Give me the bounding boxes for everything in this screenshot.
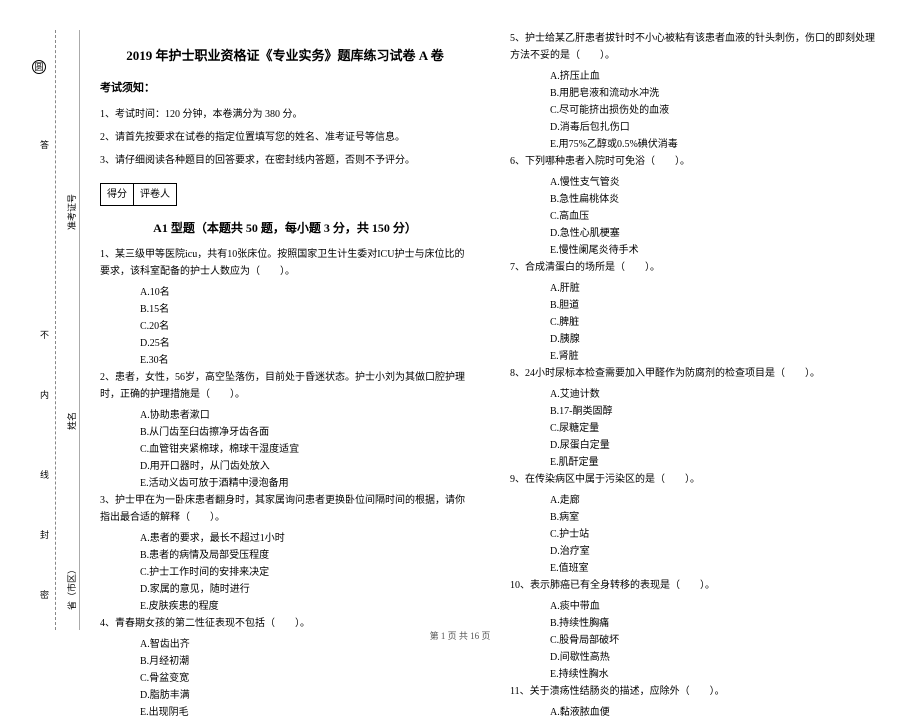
q9-opt-c: C.护士站: [550, 526, 880, 543]
seal-mark-nei: 内: [38, 390, 51, 399]
q9-opt-b: B.病室: [550, 509, 880, 526]
q3-opt-c: C.护士工作时间的安排来决定: [140, 564, 470, 581]
q11-opt-a: A.黏液脓血便: [550, 704, 880, 721]
q7-opt-e: E.肾脏: [550, 348, 880, 365]
q5-opt-d: D.消毒后包扎伤口: [550, 119, 880, 136]
q4-opt-c: C.骨盆变宽: [140, 670, 470, 687]
q8-opt-d: D.尿蛋白定量: [550, 437, 880, 454]
q9-stem: 9、在传染病区中属于污染区的是（ ）。: [510, 471, 880, 488]
seal-mark-feng: 封: [38, 530, 51, 539]
q2-stem: 2、患者，女性，56岁，高空坠落伤，目前处于昏迷状态。护士小刘为其做口腔护理时，…: [100, 369, 470, 403]
q5-opt-c: C.尽可能挤出损伤处的血液: [550, 102, 880, 119]
gutter-label-province: 省（市区）: [65, 565, 78, 610]
q2-opt-d: D.用开口器时，从门齿处放入: [140, 458, 470, 475]
q6-opt-c: C.高血压: [550, 208, 880, 225]
page-footer: 第 1 页 共 16 页: [0, 629, 920, 642]
q1-opt-d: D.25名: [140, 335, 470, 352]
q1-opt-a: A.10名: [140, 284, 470, 301]
instruction-3: 3、请仔细阅读各种题目的回答要求，在密封线内答题，否则不予评分。: [100, 152, 470, 169]
q4-opt-e: E.出现阴毛: [140, 704, 470, 721]
gutter-label-name: 姓名: [65, 412, 78, 430]
q5-stem: 5、护士给某乙肝患者拔针时不小心被粘有该患者血液的针头刺伤，伤口的即刻处理方法不…: [510, 30, 880, 64]
q9-opt-d: D.治疗室: [550, 543, 880, 560]
q9-opt-a: A.走廊: [550, 492, 880, 509]
q9-opt-e: E.值班室: [550, 560, 880, 577]
q10-opt-d: D.间歇性高热: [550, 649, 880, 666]
q10-opt-e: E.持续性胸水: [550, 666, 880, 683]
q7-stem: 7、合成清蛋白的场所是（ ）。: [510, 259, 880, 276]
score-box: 得分 评卷人: [100, 183, 177, 206]
q8-opt-c: C.尿糖定量: [550, 420, 880, 437]
seal-mark-xian: 线: [38, 470, 51, 479]
seal-mark-mi: 密: [38, 590, 51, 599]
seal-mark-bu: 不: [38, 330, 51, 339]
q5-opt-a: A.挤压止血: [550, 68, 880, 85]
q2-opt-b: B.从门齿至臼齿擦净牙齿各面: [140, 424, 470, 441]
q10-opt-a: A.痰中带血: [550, 598, 880, 615]
q8-stem: 8、24小时尿标本检查需要加入甲醛作为防腐剂的检查项目是（ ）。: [510, 365, 880, 382]
dotted-seal-line: [55, 30, 56, 630]
q2-opt-e: E.活动义齿可放于酒精中浸泡备用: [140, 475, 470, 492]
left-column: 2019 年护士职业资格证《专业实务》题库练习试卷 A 卷 考试须知： 1、考试…: [80, 30, 490, 630]
q5-opt-e: E.用75%乙醇或0.5%碘伏消毒: [550, 136, 880, 153]
binding-gutter: 省（市区） 姓名 准考证号 圆 密 封 线 内 不 答: [30, 30, 80, 630]
q10-stem: 10、表示肺癌已有全身转移的表现是（ ）。: [510, 577, 880, 594]
part-a-title: A1 型题（本题共 50 题，每小题 3 分，共 150 分）: [100, 218, 470, 238]
q7-opt-d: D.胰腺: [550, 331, 880, 348]
instruction-2: 2、请首先按要求在试卷的指定位置填写您的姓名、准考证号等信息。: [100, 129, 470, 146]
q3-opt-d: D.家属的意见，随时进行: [140, 581, 470, 598]
q1-stem: 1、某三级甲等医院icu，共有10张床位。按照国家卫生计生委对ICU护士与床位比…: [100, 246, 470, 280]
seal-mark-da: 答: [38, 140, 51, 149]
q6-opt-b: B.急性扁桃体炎: [550, 191, 880, 208]
marker-label: 评卷人: [134, 184, 176, 205]
q2-opt-c: C.血管钳夹紧棉球，棉球干湿度适宜: [140, 441, 470, 458]
q8-opt-b: B.17-酮类固醇: [550, 403, 880, 420]
q5-opt-b: B.用肥皂液和流动水冲洗: [550, 85, 880, 102]
gutter-circle-top: 圆: [32, 60, 46, 74]
q3-opt-e: E.皮肤疾患的程度: [140, 598, 470, 615]
q3-opt-b: B.患者的病情及局部受压程度: [140, 547, 470, 564]
q1-opt-e: E.30名: [140, 352, 470, 369]
q3-stem: 3、护士甲在为一卧床患者翻身时，其家属询问患者更换卧位间隔时间的根据，请你指出最…: [100, 492, 470, 526]
q7-opt-b: B.胆道: [550, 297, 880, 314]
exam-title: 2019 年护士职业资格证《专业实务》题库练习试卷 A 卷: [100, 45, 470, 67]
q7-opt-c: C.脾脏: [550, 314, 880, 331]
right-column: 5、护士给某乙肝患者拔针时不小心被粘有该患者血液的针头刺伤，伤口的即刻处理方法不…: [490, 30, 900, 630]
q2-opt-a: A.协助患者漱口: [140, 407, 470, 424]
q6-stem: 6、下列哪种患者入院时可免浴（ ）。: [510, 153, 880, 170]
q6-opt-a: A.慢性支气管炎: [550, 174, 880, 191]
score-label: 得分: [101, 184, 134, 205]
notice-label: 考试须知：: [100, 79, 470, 98]
gutter-label-examid: 准考证号: [65, 194, 78, 230]
q4-opt-d: D.脂肪丰满: [140, 687, 470, 704]
instruction-1: 1、考试时间：120 分钟，本卷满分为 380 分。: [100, 106, 470, 123]
q4-opt-b: B.月经初潮: [140, 653, 470, 670]
q6-opt-d: D.急性心肌梗塞: [550, 225, 880, 242]
q6-opt-e: E.慢性阑尾炎待手术: [550, 242, 880, 259]
q1-opt-b: B.15名: [140, 301, 470, 318]
q7-opt-a: A.肝脏: [550, 280, 880, 297]
q3-opt-a: A.患者的要求，最长不超过1小时: [140, 530, 470, 547]
q8-opt-e: E.肌酐定量: [550, 454, 880, 471]
q8-opt-a: A.艾迪计数: [550, 386, 880, 403]
q11-stem: 11、关于溃疡性结肠炎的描述，应除外（ ）。: [510, 683, 880, 700]
q1-opt-c: C.20名: [140, 318, 470, 335]
